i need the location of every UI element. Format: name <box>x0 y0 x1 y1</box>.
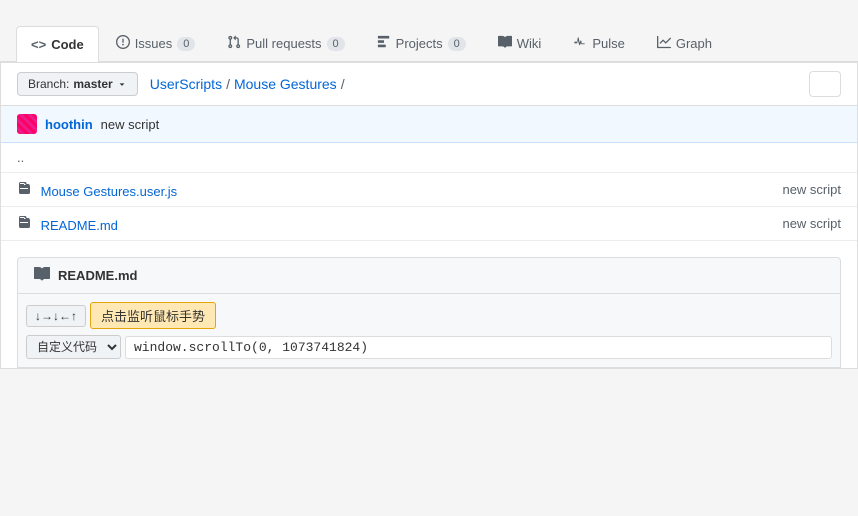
projects-icon <box>377 35 391 52</box>
code-icon: <> <box>31 37 46 52</box>
tab-code-label: Code <box>51 37 84 52</box>
tab-pulse-label: Pulse <box>592 36 625 51</box>
breadcrumb-sep-2: / <box>341 76 345 92</box>
file-commit-msg-readme: new script <box>583 207 857 241</box>
file-link-mouse-gestures[interactable]: Mouse Gestures.user.js <box>41 184 178 199</box>
console-text-input[interactable] <box>125 336 832 359</box>
issues-badge: 0 <box>177 37 195 51</box>
search-area <box>809 71 841 97</box>
breadcrumb-bar: Branch: master UserScripts / Mouse Gestu… <box>1 63 857 106</box>
projects-badge: 0 <box>448 37 466 51</box>
file-table: .. Mouse Gestures.user.js new script <box>1 143 857 241</box>
table-row: .. <box>1 143 857 173</box>
readme-header: README.md <box>17 257 841 294</box>
table-row: Mouse Gestures.user.js new script <box>1 173 857 207</box>
commit-message: new script <box>101 117 160 132</box>
pull-request-icon <box>227 35 241 52</box>
console-arrows-btn[interactable]: ↓→↓←↑ <box>26 305 86 327</box>
console-area: ↓→↓←↑ 点击监听鼠标手势 自定义代码 <box>17 294 841 368</box>
readme-title: README.md <box>58 268 137 283</box>
tab-wiki[interactable]: Wiki <box>483 24 557 62</box>
file-icon <box>17 218 35 233</box>
commit-bar: hoothin new script <box>1 106 857 143</box>
breadcrumb-mouse-gestures[interactable]: Mouse Gestures <box>234 76 337 92</box>
branch-selector[interactable]: Branch: master <box>17 72 138 96</box>
file-cell: Mouse Gestures.user.js <box>1 173 583 207</box>
dotdot-cell: .. <box>1 143 583 173</box>
console-select[interactable]: 自定义代码 <box>26 335 121 359</box>
file-commit-msg-mouse-gestures: new script <box>583 173 857 207</box>
wiki-icon <box>498 35 512 52</box>
file-link-readme[interactable]: README.md <box>41 218 118 233</box>
search-input[interactable] <box>809 71 841 97</box>
chevron-down-icon <box>117 79 127 89</box>
tab-pull-requests-label: Pull requests <box>246 36 321 51</box>
console-input-row: 自定义代码 <box>26 335 832 359</box>
file-icon <box>17 184 35 199</box>
tab-projects[interactable]: Projects 0 <box>362 24 481 62</box>
avatar-image <box>17 114 37 134</box>
pulse-icon <box>573 35 587 52</box>
tab-pull-requests[interactable]: Pull requests 0 <box>212 24 359 62</box>
tab-projects-label: Projects <box>396 36 443 51</box>
issues-icon <box>116 35 130 52</box>
breadcrumb-sep-1: / <box>226 76 230 92</box>
tab-issues[interactable]: Issues 0 <box>101 24 211 62</box>
console-highlight-text: 点击监听鼠标手势 <box>90 302 216 329</box>
branch-prefix: Branch: <box>28 77 69 91</box>
top-nav: <> Code Issues 0 Pull requests 0 Project… <box>0 0 858 62</box>
tab-wiki-label: Wiki <box>517 36 542 51</box>
tab-graphs-label: Graph <box>676 36 712 51</box>
table-row: README.md new script <box>1 207 857 241</box>
tab-graphs[interactable]: Graph <box>642 24 727 62</box>
branch-name: master <box>73 77 112 91</box>
tab-code[interactable]: <> Code <box>16 26 99 62</box>
pull-requests-badge: 0 <box>327 37 345 51</box>
file-cell: README.md <box>1 207 583 241</box>
tab-pulse[interactable]: Pulse <box>558 24 640 62</box>
graphs-icon <box>657 35 671 52</box>
main-content: Branch: master UserScripts / Mouse Gestu… <box>0 62 858 369</box>
breadcrumb: UserScripts / Mouse Gestures / <box>150 76 345 92</box>
console-toolbar: ↓→↓←↑ 点击监听鼠标手势 <box>26 302 832 329</box>
commit-username[interactable]: hoothin <box>45 117 93 132</box>
tab-issues-label: Issues <box>135 36 173 51</box>
breadcrumb-userscripts[interactable]: UserScripts <box>150 76 222 92</box>
avatar <box>17 114 37 134</box>
readme-icon <box>34 266 50 285</box>
